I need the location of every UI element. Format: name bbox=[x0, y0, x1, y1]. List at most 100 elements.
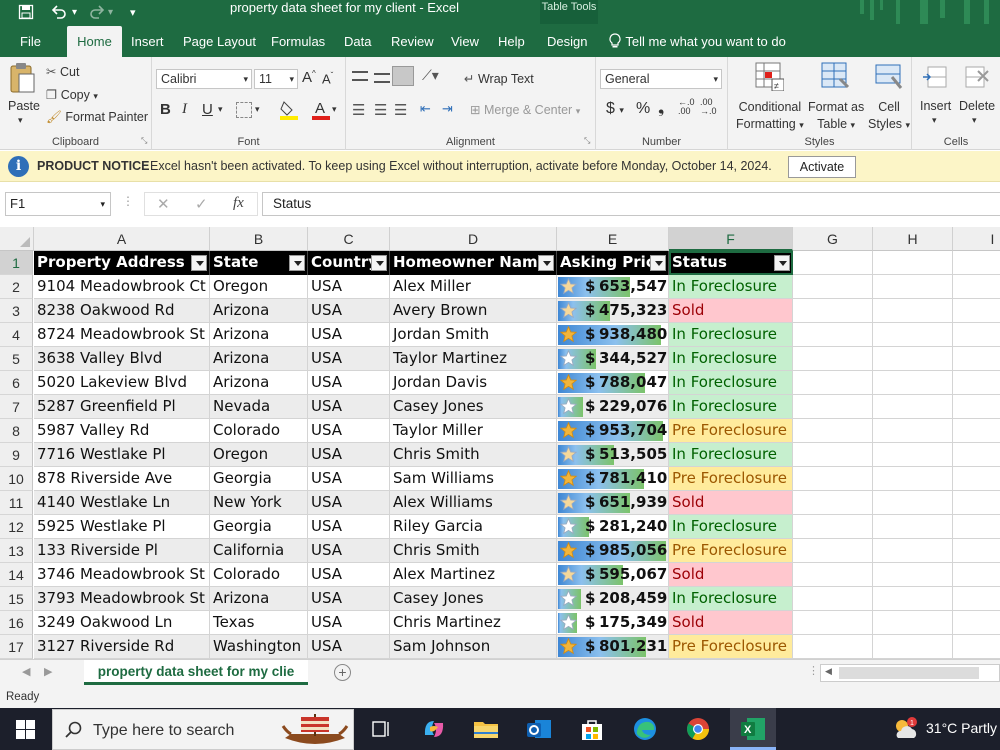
property-address-cell[interactable]: 5987 Valley Rd bbox=[34, 419, 210, 443]
row-header[interactable]: 13 bbox=[0, 539, 33, 563]
redo-dropdown-icon[interactable]: ▾ bbox=[108, 0, 113, 24]
country-cell[interactable]: USA bbox=[308, 443, 390, 467]
empty-cell[interactable] bbox=[793, 635, 873, 659]
column-header-f[interactable]: F bbox=[669, 227, 793, 251]
conditional-formatting-icon[interactable]: ≠ bbox=[754, 61, 785, 92]
empty-cell[interactable] bbox=[793, 539, 873, 563]
empty-cell[interactable] bbox=[953, 563, 1000, 587]
taskbar-search-box[interactable]: Type here to search bbox=[52, 709, 354, 750]
paste-icon[interactable] bbox=[9, 62, 37, 96]
empty-cell[interactable] bbox=[873, 323, 953, 347]
align-left-icon[interactable]: ☰ bbox=[352, 101, 365, 119]
align-right-icon[interactable]: ☰ bbox=[394, 101, 407, 119]
asking-price-cell[interactable]: $653,547 bbox=[557, 275, 669, 299]
empty-cell[interactable] bbox=[953, 491, 1000, 515]
country-cell[interactable]: USA bbox=[308, 563, 390, 587]
formula-input[interactable]: Status bbox=[262, 192, 1000, 216]
tab-help[interactable]: Help bbox=[492, 26, 531, 57]
align-top-icon[interactable] bbox=[352, 71, 368, 81]
asking-price-cell[interactable]: $953,704 bbox=[557, 419, 669, 443]
table-header-cell[interactable]: Asking Price bbox=[557, 251, 669, 275]
wrap-text-button[interactable]: ↵ Wrap Text bbox=[464, 71, 534, 86]
increase-decimal-icon[interactable]: ←.0.00 bbox=[678, 98, 695, 116]
asking-price-cell[interactable]: $985,056 bbox=[557, 539, 669, 563]
font-color-dropdown-icon[interactable]: ▾ bbox=[332, 104, 337, 115]
fill-color-icon[interactable] bbox=[280, 99, 298, 124]
homeowner-name-cell[interactable]: Sam Williams bbox=[390, 467, 557, 491]
conditional-formatting-button[interactable]: Conditional Formatting ▾ bbox=[736, 99, 804, 134]
comma-style-icon[interactable]: ❟ bbox=[658, 100, 664, 118]
insert-button[interactable]: Insert bbox=[920, 99, 951, 113]
status-cell[interactable]: In Foreclosure bbox=[669, 371, 793, 395]
font-color-icon[interactable]: A bbox=[312, 99, 330, 124]
state-cell[interactable]: Georgia bbox=[210, 515, 308, 539]
state-cell[interactable]: Arizona bbox=[210, 347, 308, 371]
empty-cell[interactable] bbox=[953, 611, 1000, 635]
column-header-e[interactable]: E bbox=[557, 227, 669, 251]
delete-cells-icon[interactable] bbox=[964, 63, 990, 91]
empty-cell[interactable] bbox=[873, 275, 953, 299]
row-header[interactable]: 7 bbox=[0, 395, 33, 419]
insert-function-icon[interactable]: fx bbox=[233, 195, 244, 212]
homeowner-name-cell[interactable]: Alex Williams bbox=[390, 491, 557, 515]
empty-cell[interactable] bbox=[873, 539, 953, 563]
row-header[interactable]: 16 bbox=[0, 611, 33, 635]
select-all-corner[interactable] bbox=[0, 227, 34, 251]
increase-font-icon[interactable]: A^ bbox=[302, 69, 316, 86]
table-header-cell[interactable]: Country bbox=[308, 251, 390, 275]
filter-dropdown-icon[interactable] bbox=[538, 255, 554, 271]
empty-cell[interactable] bbox=[873, 371, 953, 395]
paste-button[interactable]: Paste bbox=[8, 99, 40, 113]
state-cell[interactable]: Arizona bbox=[210, 323, 308, 347]
row-header[interactable]: 12 bbox=[0, 515, 33, 539]
delete-button[interactable]: Delete bbox=[959, 99, 995, 113]
activate-button[interactable]: Activate bbox=[788, 156, 856, 178]
homeowner-name-cell[interactable]: Casey Jones bbox=[390, 395, 557, 419]
country-cell[interactable]: USA bbox=[308, 275, 390, 299]
align-middle-icon[interactable] bbox=[374, 73, 390, 83]
property-address-cell[interactable]: 8238 Oakwood Rd bbox=[34, 299, 210, 323]
homeowner-name-cell[interactable]: Taylor Martinez bbox=[390, 347, 557, 371]
property-address-cell[interactable]: 3638 Valley Blvd bbox=[34, 347, 210, 371]
country-cell[interactable]: USA bbox=[308, 587, 390, 611]
filter-dropdown-icon[interactable] bbox=[191, 255, 207, 271]
add-sheet-icon[interactable]: + bbox=[334, 664, 351, 681]
delete-dropdown-icon[interactable]: ▾ bbox=[972, 115, 977, 126]
row-header[interactable]: 2 bbox=[0, 275, 33, 299]
country-cell[interactable]: USA bbox=[308, 419, 390, 443]
property-address-cell[interactable]: 5287 Greenfield Pl bbox=[34, 395, 210, 419]
status-cell[interactable]: Pre Foreclosure bbox=[669, 635, 793, 659]
decrease-indent-icon[interactable]: ⇤ bbox=[420, 101, 431, 117]
asking-price-cell[interactable]: $513,505 bbox=[557, 443, 669, 467]
redo-icon[interactable] bbox=[88, 0, 106, 24]
homeowner-name-cell[interactable]: Alex Martinez bbox=[390, 563, 557, 587]
column-header-g[interactable]: G bbox=[793, 227, 873, 251]
property-address-cell[interactable]: 3127 Riverside Rd bbox=[34, 635, 210, 659]
asking-price-cell[interactable]: $781,410 bbox=[557, 467, 669, 491]
underline-dropdown-icon[interactable]: ▾ bbox=[218, 104, 223, 115]
homeowner-name-cell[interactable]: Chris Smith bbox=[390, 539, 557, 563]
percent-icon[interactable]: % bbox=[636, 100, 650, 118]
edge-icon[interactable] bbox=[631, 715, 659, 743]
filter-dropdown-icon[interactable] bbox=[289, 255, 305, 271]
status-cell[interactable]: Sold bbox=[669, 491, 793, 515]
empty-cell[interactable] bbox=[953, 395, 1000, 419]
format-as-table-button[interactable]: Format as Table ▾ bbox=[808, 99, 864, 134]
state-cell[interactable]: Colorado bbox=[210, 563, 308, 587]
customize-toolbar-icon[interactable]: ▾ bbox=[130, 0, 136, 24]
undo-icon[interactable] bbox=[50, 0, 68, 24]
row-header[interactable]: 10 bbox=[0, 467, 33, 491]
save-icon[interactable] bbox=[18, 0, 34, 24]
tab-view[interactable]: View bbox=[445, 26, 485, 57]
status-cell[interactable]: Pre Foreclosure bbox=[669, 419, 793, 443]
align-center-icon[interactable]: ☰ bbox=[374, 101, 387, 119]
decrease-font-icon[interactable]: Aˇ bbox=[322, 71, 333, 86]
font-name-select[interactable]: Calibri ▾ bbox=[156, 69, 252, 89]
accounting-format-icon[interactable]: $ ▾ bbox=[606, 100, 624, 118]
tab-file[interactable]: File bbox=[14, 26, 47, 57]
asking-price-cell[interactable]: $208,459 bbox=[557, 587, 669, 611]
row-header[interactable]: 9 bbox=[0, 443, 33, 467]
cell-styles-button[interactable]: Cell Styles ▾ bbox=[868, 99, 910, 134]
status-cell[interactable]: In Foreclosure bbox=[669, 275, 793, 299]
font-size-select[interactable]: 11 ▾ bbox=[254, 69, 298, 89]
